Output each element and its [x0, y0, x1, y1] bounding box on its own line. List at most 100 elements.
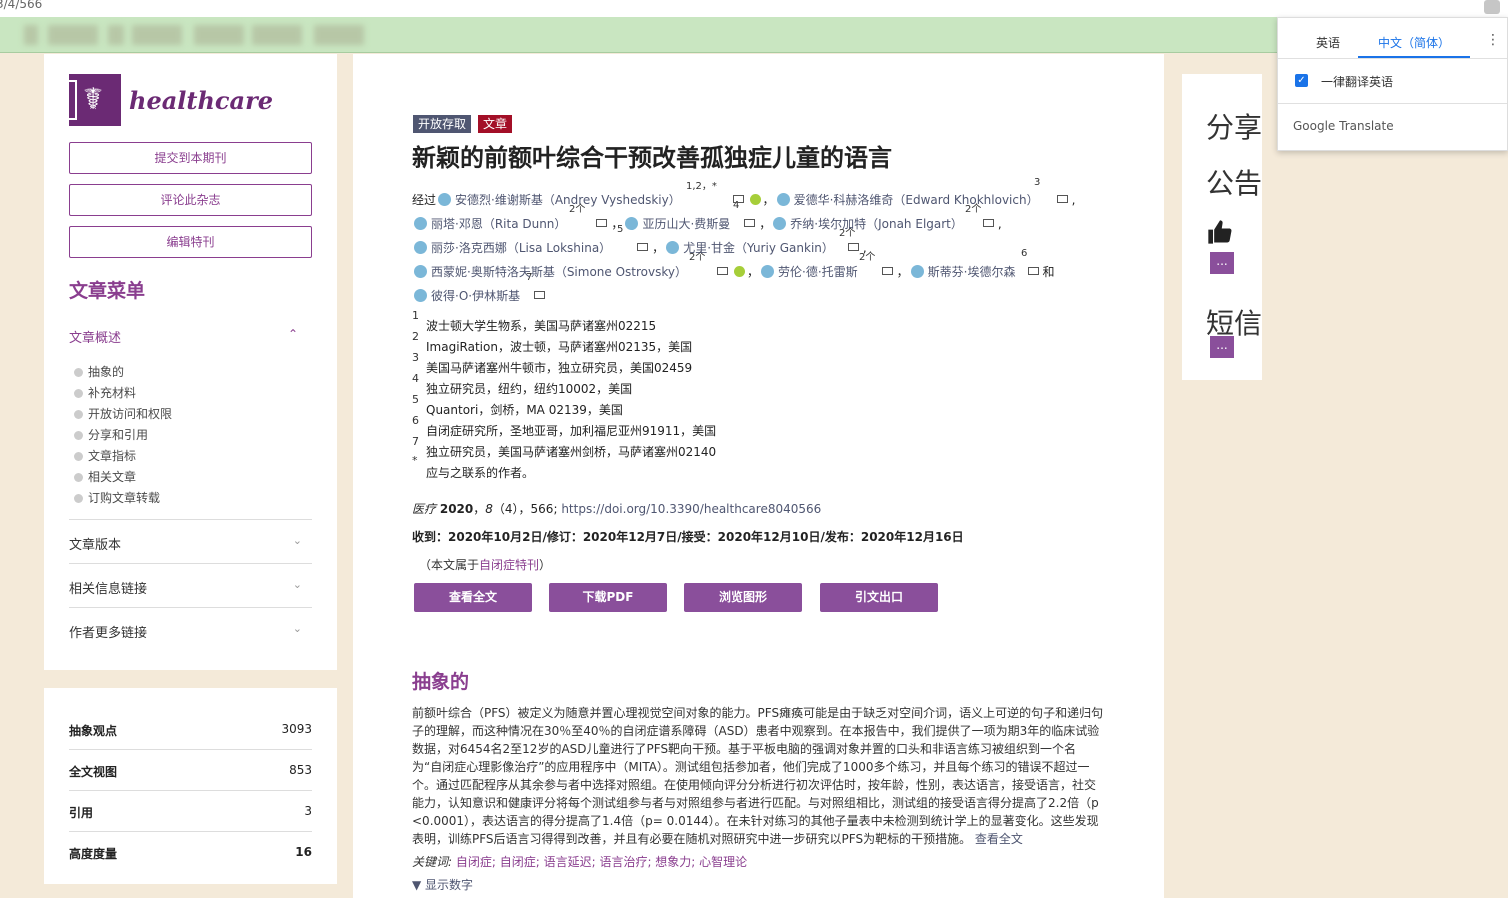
blurred-bookmark	[24, 25, 38, 45]
email-icon[interactable]	[1056, 195, 1068, 203]
section-author-links[interactable]: 作者更多链接 ⌄	[69, 607, 312, 651]
bullet-icon	[74, 431, 83, 440]
overview-item-supplementary[interactable]: 补充材料	[74, 384, 136, 401]
email-icon[interactable]	[982, 219, 994, 227]
journal-name[interactable]: healthcare	[129, 86, 273, 115]
always-translate-label: 一律翻译英语	[1321, 75, 1394, 89]
author-link[interactable]: 亚历山大·费斯曼	[642, 217, 730, 231]
abstract-fulltext-link[interactable]: 查看全文	[975, 832, 1023, 846]
more-sms-button[interactable]: ...	[1210, 336, 1234, 358]
article-metrics-card: 抽象观点 3093 全文视图 853 引用 3 高度度量 16	[44, 688, 337, 884]
stat-fulltext-views: 全文视图 853	[69, 750, 312, 791]
show-numbers-toggle[interactable]: ▼ 显示数字	[412, 876, 473, 893]
orcid-icon[interactable]	[749, 194, 761, 205]
author-line: 丽莎·洛克西娜（Lisa Lokshina），尤里·甘金（Yuriy Ganki…	[412, 239, 867, 256]
author-avatar-icon	[910, 265, 924, 278]
always-translate-checkbox[interactable]: ✓	[1295, 74, 1308, 87]
overview-item-open-access[interactable]: 开放访问和权限	[74, 405, 172, 422]
edit-special-issue-button[interactable]: 编辑特刊	[69, 226, 312, 258]
special-issue-link[interactable]: 自闭症特刊	[479, 558, 539, 572]
author-link[interactable]: 彼得·O·伊林斯基	[431, 289, 520, 303]
email-icon[interactable]	[1027, 267, 1039, 275]
blurred-bookmark	[48, 25, 98, 45]
email-icon[interactable]	[732, 195, 744, 203]
section-article-versions[interactable]: 文章版本 ⌄	[69, 519, 312, 563]
translate-extension-icon[interactable]	[1484, 0, 1500, 14]
author-link[interactable]: 斯蒂芬·埃德尔森	[928, 265, 1016, 279]
author-link[interactable]: 安德烈·维谢斯基（Andrey Vyshedskiy）	[455, 193, 681, 207]
chevron-up-icon[interactable]: ⌃	[288, 327, 298, 341]
email-icon[interactable]	[847, 243, 859, 251]
share-label[interactable]: 分享	[1206, 106, 1262, 146]
author-sup: 3	[1034, 177, 1041, 188]
stat-altmetric: 高度度量 16	[69, 845, 312, 861]
email-icon[interactable]	[881, 267, 893, 275]
overview-item-share-cite[interactable]: 分享和引用	[74, 426, 148, 443]
overview-item-metrics[interactable]: 文章指标	[74, 447, 136, 464]
affiliation-number: 4	[412, 372, 419, 385]
author-link[interactable]: 爱德华·科赫洛维奇（Edward Khokhlovich）	[794, 193, 1039, 207]
divider	[1278, 103, 1507, 104]
tab-english[interactable]: 英语	[1316, 34, 1340, 51]
author-link[interactable]: 丽莎·洛克西娜（Lisa Lokshina）	[431, 241, 611, 255]
blurred-bookmark	[252, 25, 302, 45]
browse-figures-button[interactable]: 浏览图形	[684, 583, 802, 612]
author-avatar-icon	[414, 289, 427, 302]
bullet-icon	[74, 410, 83, 419]
overview-item-abstract[interactable]: 抽象的	[74, 363, 124, 380]
blurred-bookmark	[314, 25, 364, 45]
overview-item-reprints[interactable]: 订购文章转载	[74, 489, 160, 506]
download-pdf-button[interactable]: 下载PDF	[549, 583, 667, 612]
section-related-links[interactable]: 相关信息链接 ⌄	[69, 563, 312, 607]
author-sup: 6	[1021, 248, 1028, 259]
email-icon[interactable]	[744, 219, 756, 227]
article-overview-toggle[interactable]: 文章概述	[69, 327, 121, 346]
author-link[interactable]: 劳伦·德·托雷斯	[778, 265, 858, 279]
author-avatar-icon	[414, 241, 427, 254]
article-type-badge: 文章	[478, 115, 513, 133]
keyword-links[interactable]: 自闭症; 自闭症; 语言延迟; 语言治疗; 想象力; 心智理论	[456, 855, 747, 869]
author-avatar-icon	[438, 193, 452, 206]
email-icon[interactable]	[717, 267, 728, 275]
blurred-bookmark	[194, 25, 244, 45]
author-line: 经过 安德烈·维谢斯基（Andrey Vyshedskiy） ，爱德华·科赫洛维奇…	[412, 193, 1076, 207]
more-share-button[interactable]: ...	[1210, 252, 1234, 274]
author-avatar-icon	[414, 265, 427, 278]
author-line: 丽塔·邓恩（Rita Dunn），亚历山大·费斯曼，乔纳·埃尔加特（Jonah …	[412, 215, 1002, 232]
affiliation-number: 3	[412, 351, 419, 364]
affiliation: 独立研究员，纽约，纽约10002，美国	[426, 382, 633, 396]
email-icon[interactable]	[637, 243, 649, 251]
overview-item-related[interactable]: 相关文章	[74, 468, 136, 485]
author-avatar-icon	[414, 217, 427, 230]
affiliation: 美国马萨诸塞州牛顿市，独立研究员，美国02459	[426, 361, 693, 375]
email-icon[interactable]	[534, 291, 546, 299]
author-link[interactable]: 丽塔·邓恩（Rita Dunn）	[431, 217, 566, 231]
affiliation: ImagiRation，波士顿，马萨诸塞州02135，美国	[426, 340, 693, 354]
tab-chinese-simplified[interactable]: 中文（简体）	[1378, 34, 1450, 51]
author-link[interactable]: 西蒙妮·奥斯特洛夫斯基（Simone Ostrovsky）	[431, 265, 687, 279]
article-main: 开放存取 文章 新颖的前额叶综合干预改善孤独症儿童的语言 1,2，* 3 2个 …	[353, 54, 1164, 898]
article-title: 新颖的前额叶综合干预改善孤独症儿童的语言	[412, 144, 892, 172]
email-icon[interactable]	[596, 219, 608, 227]
thumbs-up-icon[interactable]	[1206, 218, 1234, 246]
stat-abstract-views: 抽象观点 3093	[69, 709, 312, 750]
submit-to-journal-button[interactable]: 提交到本期刊	[69, 142, 312, 174]
author-avatar-icon	[776, 193, 790, 206]
export-citation-button[interactable]: 引文出口	[820, 583, 938, 612]
journal-logo[interactable]: ☤	[69, 74, 121, 126]
abstract-title: 抽象的	[412, 671, 470, 693]
view-fulltext-button[interactable]: 查看全文	[414, 583, 532, 612]
author-link[interactable]: 乔纳·埃尔加特（Jonah Elgart）	[790, 217, 963, 231]
author-avatar-icon	[773, 217, 787, 230]
address-bar[interactable]: 3/4/566	[0, 0, 1508, 17]
author-link[interactable]: 尤里·甘金（Yuriy Gankin）	[683, 241, 834, 255]
bullet-icon	[74, 473, 83, 482]
orcid-icon[interactable]	[734, 266, 745, 277]
doi-link[interactable]: https://doi.org/10.3390/healthcare804056…	[561, 502, 821, 516]
affiliation-number: 6	[412, 414, 419, 427]
affiliation-number: 2	[412, 330, 419, 343]
review-journal-button[interactable]: 评论此杂志	[69, 184, 312, 216]
notice-label[interactable]: 公告	[1206, 162, 1262, 202]
more-options-icon[interactable]: ⋮	[1486, 32, 1500, 48]
open-access-badge: 开放存取	[413, 115, 472, 133]
